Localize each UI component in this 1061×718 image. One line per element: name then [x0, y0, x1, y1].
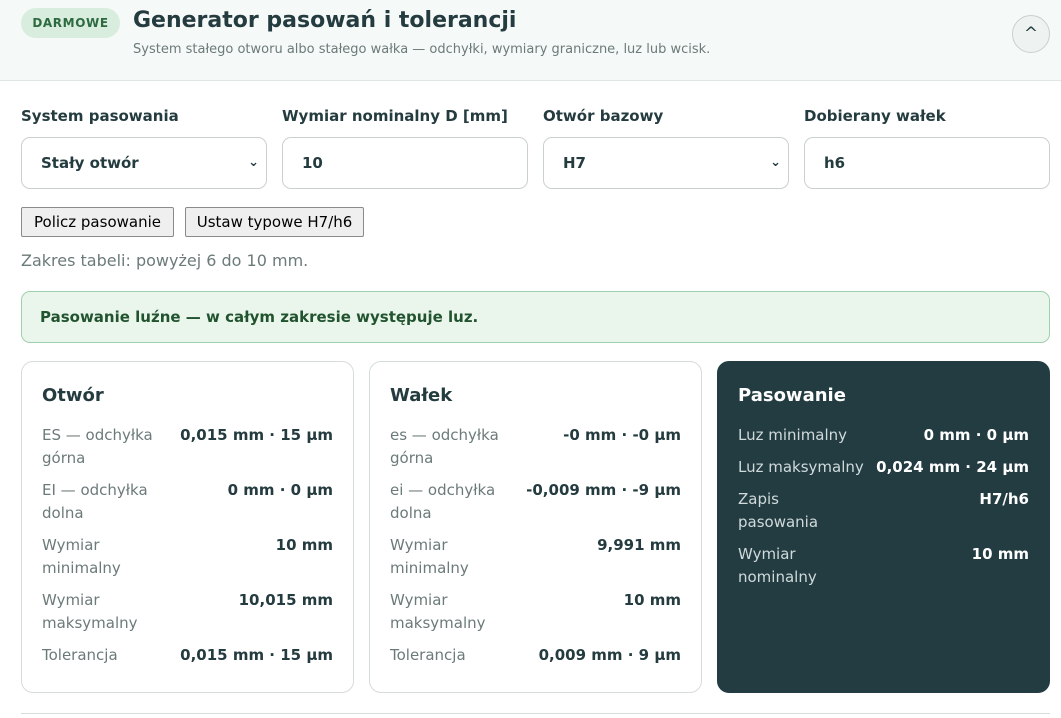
row-value: 0 mm · 0 μm	[227, 481, 333, 499]
mate-shaft-input-value: h6	[824, 154, 846, 172]
hole-row: EI — odchyłka dolna 0 mm · 0 μm	[42, 479, 333, 525]
row-label: ei — odchyłka dolna	[390, 481, 496, 522]
fit-row: Luz minimalny 0 mm · 0 μm	[738, 424, 1029, 447]
hole-card-title: Otwór	[42, 385, 104, 406]
row-value: 10 mm	[971, 545, 1029, 563]
row-label: Tolerancja	[390, 646, 466, 664]
free-badge: DARMOWE	[21, 8, 120, 38]
row-label: ES — odchyłka górna	[42, 426, 153, 467]
hole-row: Wymiar minimalny 10 mm	[42, 534, 333, 580]
set-typical-fit-button[interactable]: Ustaw typowe H7/h6	[185, 207, 364, 237]
shaft-row: es — odchyłka górna -0 mm · -0 μm	[390, 424, 681, 470]
mate-shaft-label: Dobierany wałek	[804, 107, 946, 125]
row-label: Tolerancja	[42, 646, 118, 664]
page-header: DARMOWE Generator pasowań i tolerancji S…	[0, 0, 1061, 81]
system-select[interactable]: Stały otwór ⌄	[21, 137, 267, 189]
row-value: -0 mm · -0 μm	[563, 426, 681, 444]
row-value: 9,991 mm	[597, 536, 681, 554]
chevron-down-icon: ⌄	[770, 155, 781, 170]
hole-row: Tolerancja 0,015 mm · 15 μm	[42, 644, 333, 667]
base-hole-select[interactable]: H7 ⌄	[543, 137, 789, 189]
row-label: Wymiar nominalny	[738, 545, 817, 586]
shaft-row: Wymiar minimalny 9,991 mm	[390, 534, 681, 580]
system-select-value: Stały otwór	[41, 154, 139, 172]
divider	[21, 713, 1050, 714]
table-range-text: Zakres tabeli: powyżej 6 do 10 mm.	[21, 251, 309, 270]
hole-row: ES — odchyłka górna 0,015 mm · 15 μm	[42, 424, 333, 470]
page-title: Generator pasowań i tolerancji	[133, 8, 517, 33]
system-label: System pasowania	[21, 107, 179, 125]
fit-card-title: Pasowanie	[738, 385, 846, 406]
fit-result-banner: Pasowanie luźne — w całym zakresie wystę…	[21, 291, 1050, 343]
shaft-row: Wymiar maksymalny 10 mm	[390, 589, 681, 635]
fit-row: Zapis pasowania H7/h6	[738, 488, 1029, 534]
row-value: 10,015 mm	[238, 591, 333, 609]
row-value: 0,009 mm · 9 μm	[538, 646, 681, 664]
shaft-card-title: Wałek	[390, 385, 453, 406]
collapse-button[interactable]: ^	[1012, 15, 1050, 53]
row-value: -0,009 mm · -9 μm	[526, 481, 681, 499]
hole-card: Otwór ES — odchyłka górna 0,015 mm · 15 …	[21, 361, 354, 693]
row-value: 0 mm · 0 μm	[923, 426, 1029, 444]
nominal-input[interactable]: 10	[282, 137, 528, 189]
base-hole-label: Otwór bazowy	[543, 107, 664, 125]
base-hole-select-value: H7	[563, 154, 586, 172]
row-value: 10 mm	[275, 536, 333, 554]
fit-card: Pasowanie Luz minimalny 0 mm · 0 μm Luz …	[717, 361, 1050, 693]
row-label: Wymiar maksymalny	[42, 591, 138, 632]
row-value: 10 mm	[623, 591, 681, 609]
shaft-row: ei — odchyłka dolna -0,009 mm · -9 μm	[390, 479, 681, 525]
row-label: Wymiar minimalny	[42, 536, 121, 577]
row-label: Wymiar minimalny	[390, 536, 469, 577]
calculate-fit-button[interactable]: Policz pasowanie	[21, 207, 174, 237]
row-label: Wymiar maksymalny	[390, 591, 486, 632]
row-label: es — odchyłka górna	[390, 426, 499, 467]
nominal-label: Wymiar nominalny D [mm]	[282, 107, 508, 125]
mate-shaft-input[interactable]: h6	[804, 137, 1050, 189]
shaft-row: Tolerancja 0,009 mm · 9 μm	[390, 644, 681, 667]
row-label: Luz maksymalny	[738, 458, 864, 476]
fit-row: Luz maksymalny 0,024 mm · 24 μm	[738, 456, 1029, 479]
chevron-down-icon: ⌄	[248, 155, 259, 170]
row-value: H7/h6	[979, 490, 1029, 508]
row-value: 0,015 mm · 15 μm	[180, 426, 333, 444]
nominal-input-value: 10	[302, 154, 323, 172]
row-label: Luz minimalny	[738, 426, 848, 444]
row-value: 0,015 mm · 15 μm	[180, 646, 333, 664]
row-value: 0,024 mm · 24 μm	[876, 458, 1029, 476]
shaft-card: Wałek es — odchyłka górna -0 mm · -0 μm …	[369, 361, 702, 693]
fit-row: Wymiar nominalny 10 mm	[738, 543, 1029, 589]
page-subtitle: System stałego otworu albo stałego wałka…	[133, 42, 711, 57]
hole-row: Wymiar maksymalny 10,015 mm	[42, 589, 333, 635]
row-label: Zapis pasowania	[738, 490, 819, 531]
row-label: EI — odchyłka dolna	[42, 481, 148, 522]
